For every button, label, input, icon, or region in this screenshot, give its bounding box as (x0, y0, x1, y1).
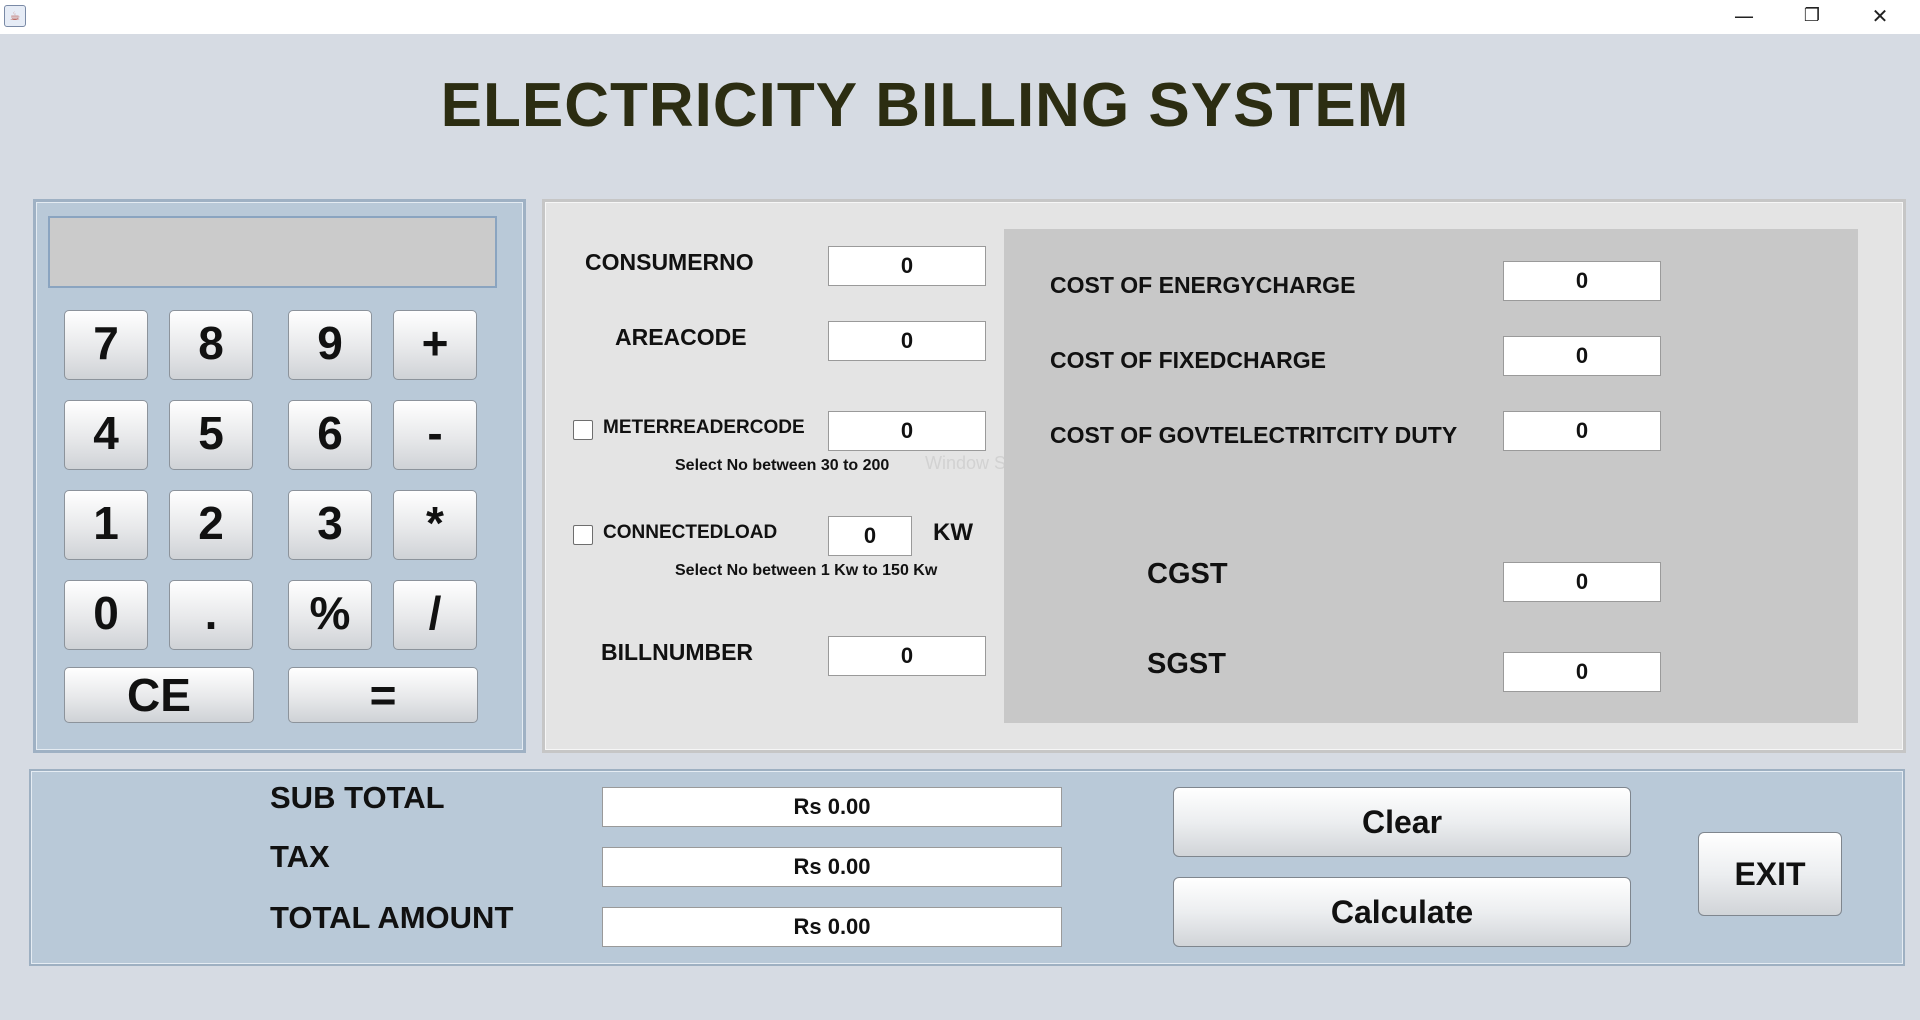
calc-key-2[interactable]: 2 (169, 490, 253, 560)
govt-duty-label: COST OF GOVTELECTRITCITY DUTY (1050, 422, 1458, 448)
fixed-charge-field[interactable] (1503, 336, 1661, 376)
total-amount-label: TOTAL AMOUNT (270, 900, 514, 935)
meter-reader-code-field[interactable] (828, 411, 986, 451)
fixed-charge-label: COST OF FIXEDCHARGE (1050, 347, 1327, 373)
calc-key-0[interactable]: 0 (64, 580, 148, 650)
connected-load-unit: KW (933, 519, 973, 546)
sgst-label: SGST (1147, 648, 1226, 680)
clear-button[interactable]: Clear (1173, 787, 1631, 857)
area-code-label: AREACODE (615, 324, 747, 350)
sub-total-field[interactable] (602, 787, 1062, 827)
calc-key-6[interactable]: 6 (288, 400, 372, 470)
connected-load-label: CONNECTEDLOAD (603, 522, 778, 543)
govt-duty-field[interactable] (1503, 411, 1661, 451)
calc-key-percent[interactable]: % (288, 580, 372, 650)
cost-panel (1004, 229, 1858, 723)
meter-reader-code-checkbox[interactable] (573, 420, 593, 440)
sgst-field[interactable] (1503, 652, 1661, 692)
connected-load-hint: Select No between 1 Kw to 150 Kw (675, 562, 938, 579)
bill-number-field[interactable] (828, 636, 986, 676)
connected-load-checkbox[interactable] (573, 525, 593, 545)
calc-key-5[interactable]: 5 (169, 400, 253, 470)
calc-key-divide[interactable]: / (393, 580, 477, 650)
calculator-panel: 7 8 9 +4 5 6- 1 2 3 * 0.% / CE = (33, 199, 526, 753)
consumer-no-field[interactable] (828, 246, 986, 286)
area-code-field[interactable] (828, 321, 986, 361)
meter-reader-code-hint: Select No between 30 to 200 (675, 457, 890, 474)
calc-key-1[interactable]: 1 (64, 490, 148, 560)
exit-button[interactable]: EXIT (1698, 832, 1842, 916)
restore-button[interactable]: ❐ (1778, 0, 1846, 34)
calc-key-3[interactable]: 3 (288, 490, 372, 560)
calc-key-equals[interactable]: = (288, 667, 478, 723)
calc-key-plus[interactable]: + (393, 310, 477, 380)
calc-key-multiply[interactable]: * (393, 490, 477, 560)
sub-total-label: SUB TOTAL (270, 780, 445, 815)
cgst-field[interactable] (1503, 562, 1661, 602)
calc-key-decimal[interactable]: . (169, 580, 253, 650)
energy-charge-field[interactable] (1503, 261, 1661, 301)
calculate-button[interactable]: Calculate (1173, 877, 1631, 947)
cgst-label: CGST (1147, 558, 1228, 590)
window-titlebar: ☕ — ❐ ✕ (0, 0, 1920, 34)
tax-field[interactable] (602, 847, 1062, 887)
calc-key-9[interactable]: 9 (288, 310, 372, 380)
consumer-no-label: CONSUMERNO (585, 249, 754, 275)
close-button[interactable]: ✕ (1846, 0, 1914, 34)
tax-label: TAX (270, 839, 330, 874)
calc-key-ce[interactable]: CE (64, 667, 254, 723)
calculator-display[interactable] (48, 216, 497, 288)
energy-charge-label: COST OF ENERGYCHARGE (1050, 272, 1356, 298)
connected-load-field[interactable] (828, 516, 912, 556)
calc-key-8[interactable]: 8 (169, 310, 253, 380)
total-amount-field[interactable] (602, 907, 1062, 947)
meter-reader-code-label: METERREADERCODE (603, 417, 805, 438)
minimize-button[interactable]: — (1710, 0, 1778, 34)
bill-number-label: BILLNUMBER (601, 639, 754, 665)
app-title: ELECTRICITY BILLING SYSTEM (440, 71, 1410, 140)
calc-key-7[interactable]: 7 (64, 310, 148, 380)
calc-key-minus[interactable]: - (393, 400, 477, 470)
java-app-icon: ☕ (4, 5, 26, 27)
calc-key-4[interactable]: 4 (64, 400, 148, 470)
